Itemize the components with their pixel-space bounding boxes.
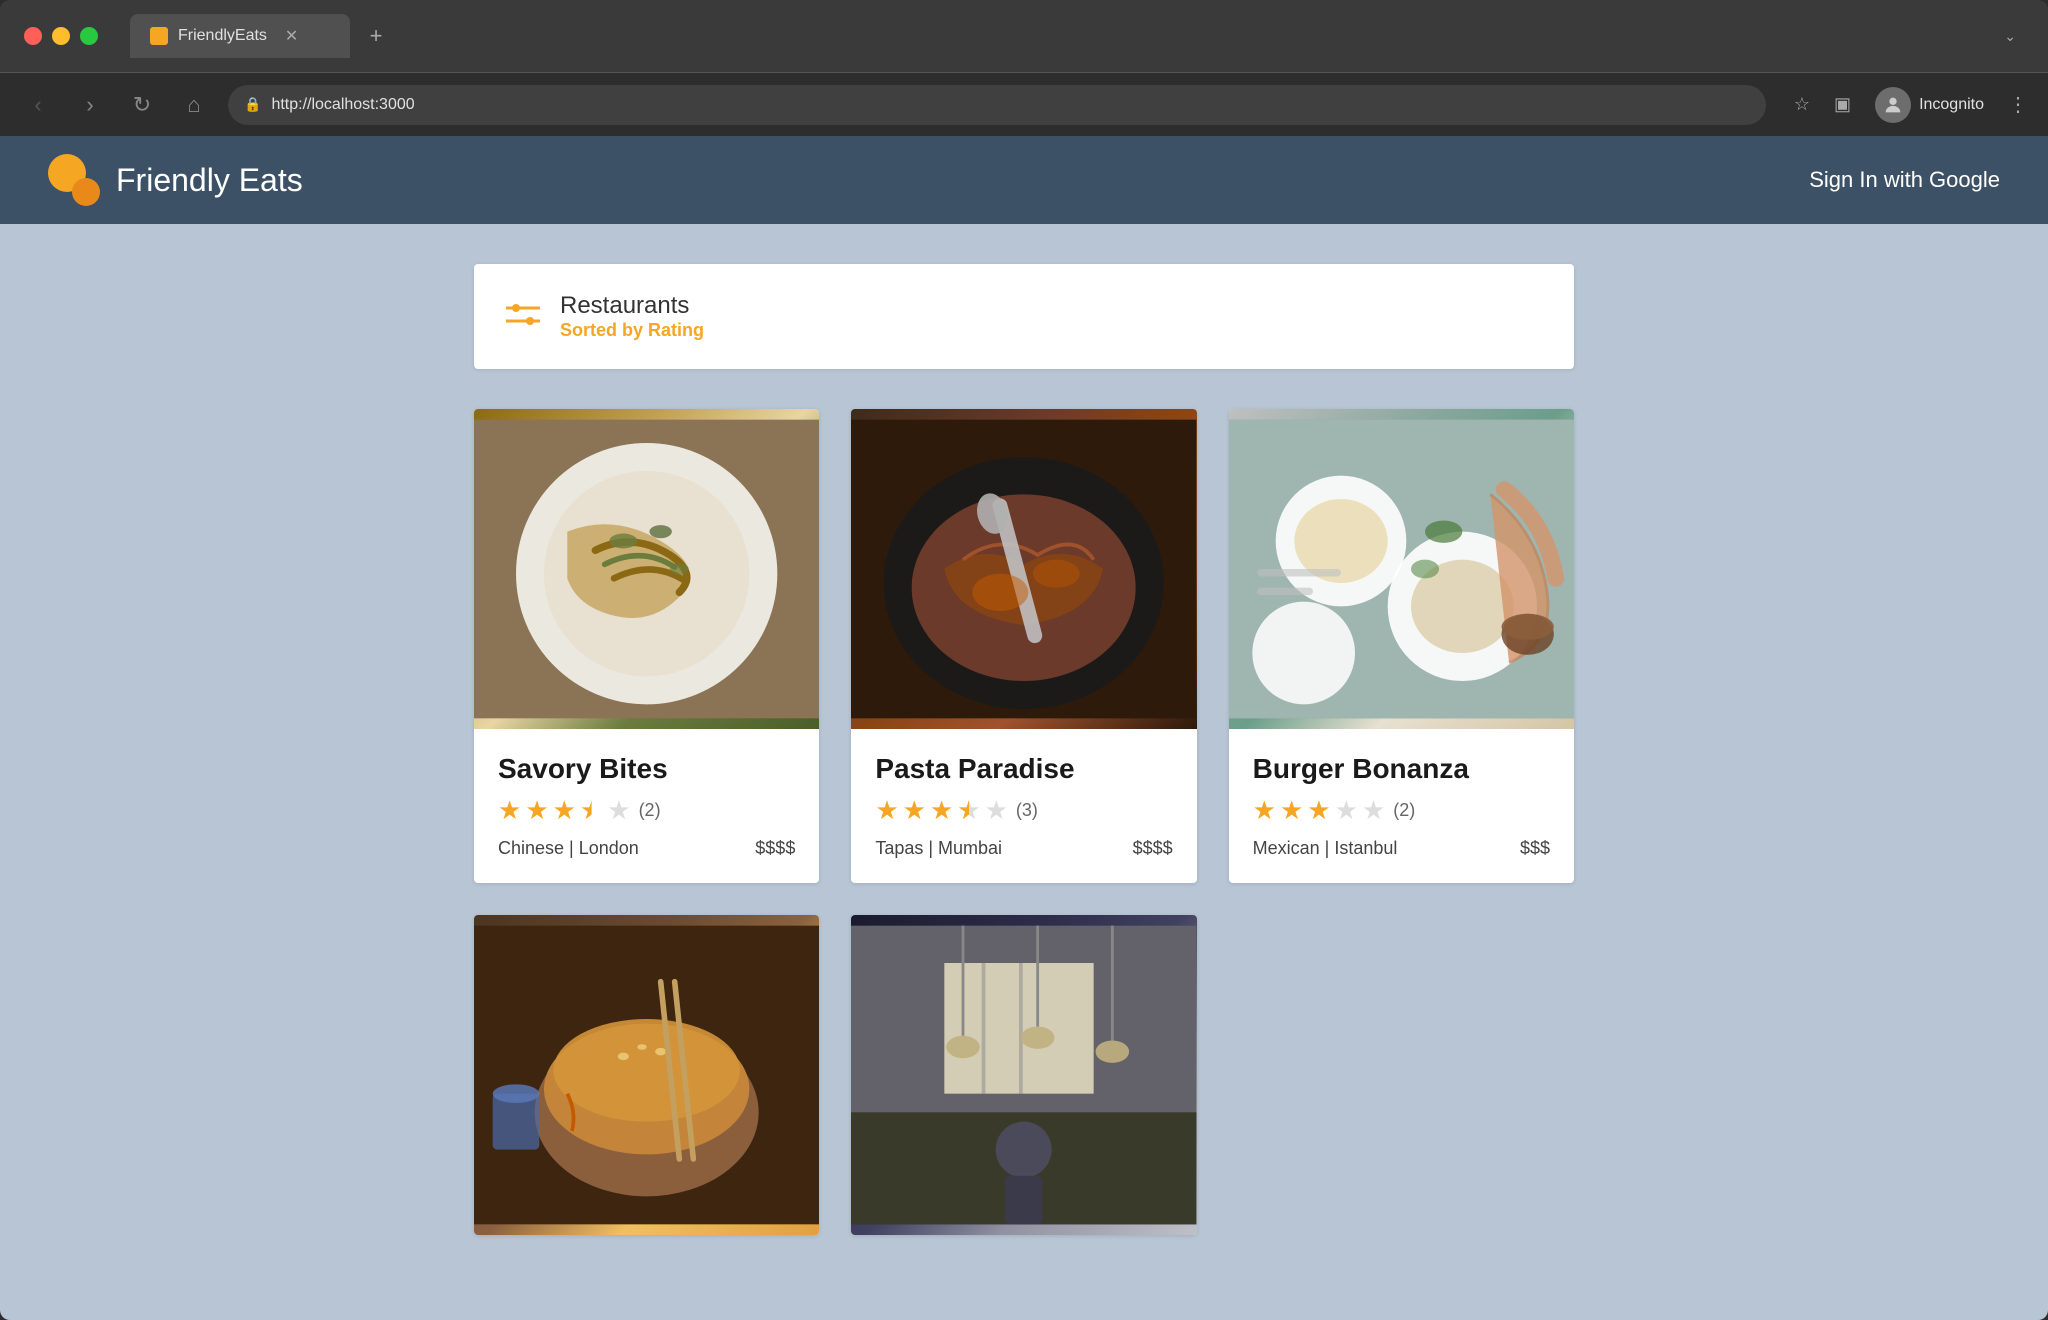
price-level: $$$ <box>1520 838 1550 859</box>
minimize-button[interactable] <box>52 27 70 45</box>
cuisine-city: Tapas | Mumbai <box>875 838 1002 859</box>
star-5: ★ <box>985 795 1008 826</box>
restaurant-card[interactable] <box>474 915 819 1235</box>
star-5: ★ <box>1362 795 1385 826</box>
tab-close-button[interactable]: ✕ <box>285 26 298 46</box>
app-logo-icon <box>48 154 100 206</box>
star-rating: ★ ★ ★ ★ ★ (2) <box>498 795 795 826</box>
filter-subtitle: Sorted by Rating <box>560 320 704 341</box>
app-body: Restaurants Sorted by Rating <box>0 224 2048 1320</box>
star-1: ★ <box>498 795 521 826</box>
new-tab-button[interactable]: + <box>358 18 394 54</box>
card-body: Burger Bonanza ★ ★ ★ ★ ★ (2) Mexican | I… <box>1229 729 1574 883</box>
restaurant-image <box>851 409 1196 729</box>
maximize-button[interactable] <box>80 27 98 45</box>
incognito-label: Incognito <box>1919 96 1984 114</box>
star-4: ★ <box>1335 795 1358 826</box>
card-meta: Tapas | Mumbai $$$$ <box>875 838 1172 859</box>
star-1: ★ <box>1253 795 1276 826</box>
tab-title: FriendlyEats <box>178 27 267 45</box>
star-2: ★ <box>1280 795 1303 826</box>
star-4: ★ <box>580 795 603 826</box>
sign-in-button[interactable]: Sign In with Google <box>1809 167 2000 193</box>
review-count: (2) <box>639 800 661 821</box>
restaurant-image <box>851 915 1196 1235</box>
restaurant-card[interactable]: Pasta Paradise ★ ★ ★ ★★ ★ (3) <box>851 409 1196 883</box>
restaurant-grid: Savory Bites ★ ★ ★ ★ ★ (2) Chinese | Lon… <box>474 409 1574 883</box>
filter-icon <box>506 303 540 331</box>
card-meta: Chinese | London $$$$ <box>498 838 795 859</box>
review-count: (3) <box>1016 800 1038 821</box>
restaurant-name: Savory Bites <box>498 753 795 785</box>
star-3: ★ <box>553 795 576 826</box>
content-wrapper: Restaurants Sorted by Rating <box>434 264 1614 1235</box>
browser-menu-button[interactable]: ⋮ <box>2008 92 2028 117</box>
browser-window: FriendlyEats ✕ + ⌄ ‹ › ↻ ⌂ 🔒 http://loca… <box>0 0 2048 1320</box>
star-2: ★ <box>525 795 548 826</box>
forward-button[interactable]: › <box>72 87 108 123</box>
restaurant-name: Pasta Paradise <box>875 753 1172 785</box>
logo-circle-secondary <box>72 178 100 206</box>
restaurant-image <box>1229 409 1574 729</box>
star-3: ★ <box>1307 795 1330 826</box>
reload-button[interactable]: ↻ <box>124 87 160 123</box>
restaurant-card[interactable]: Savory Bites ★ ★ ★ ★ ★ (2) Chinese | Lon… <box>474 409 819 883</box>
price-level: $$$$ <box>1133 838 1173 859</box>
card-body: Savory Bites ★ ★ ★ ★ ★ (2) Chinese | Lon… <box>474 729 819 883</box>
logo-container: Friendly Eats <box>48 154 303 206</box>
tab-bar: FriendlyEats ✕ + <box>130 14 1984 58</box>
restaurant-image <box>474 409 819 729</box>
card-body: Pasta Paradise ★ ★ ★ ★★ ★ (3) <box>851 729 1196 883</box>
address-bar: ‹ › ↻ ⌂ 🔒 http://localhost:3000 ☆ ▣ Inco… <box>0 72 2048 136</box>
back-button[interactable]: ‹ <box>20 87 56 123</box>
traffic-lights <box>24 27 98 45</box>
card-meta: Mexican | Istanbul $$$ <box>1253 838 1550 859</box>
incognito-area: Incognito <box>1875 87 1984 123</box>
cuisine-city: Chinese | London <box>498 838 639 859</box>
restaurant-image <box>474 915 819 1235</box>
url-bar[interactable]: 🔒 http://localhost:3000 <box>228 85 1766 125</box>
incognito-avatar[interactable] <box>1875 87 1911 123</box>
close-button[interactable] <box>24 27 42 45</box>
restaurant-name: Burger Bonanza <box>1253 753 1550 785</box>
filter-title: Restaurants <box>560 292 704 320</box>
cuisine-city: Mexican | Istanbul <box>1253 838 1398 859</box>
star-3: ★ <box>930 795 953 826</box>
app-header: Friendly Eats Sign In with Google <box>0 136 2048 224</box>
star-1: ★ <box>875 795 898 826</box>
home-button[interactable]: ⌂ <box>176 87 212 123</box>
star-2: ★ <box>903 795 926 826</box>
app-window: Friendly Eats Sign In with Google <box>0 136 2048 1320</box>
split-view-icon[interactable]: ▣ <box>1834 94 1851 115</box>
active-tab[interactable]: FriendlyEats ✕ <box>130 14 350 58</box>
tab-more-button[interactable]: ⌄ <box>1996 24 2024 49</box>
filter-header: Restaurants Sorted by Rating <box>474 264 1574 369</box>
price-level: $$$$ <box>755 838 795 859</box>
star-4: ★★ <box>957 795 980 826</box>
review-count: (2) <box>1393 800 1415 821</box>
restaurant-card[interactable]: Burger Bonanza ★ ★ ★ ★ ★ (2) Mexican | I… <box>1229 409 1574 883</box>
filter-text: Restaurants Sorted by Rating <box>560 292 704 341</box>
restaurant-grid-bottom <box>474 915 1574 1235</box>
tab-favicon <box>150 27 168 45</box>
title-bar: FriendlyEats ✕ + ⌄ <box>0 0 2048 72</box>
lock-icon: 🔒 <box>244 96 261 113</box>
url-text: http://localhost:3000 <box>271 96 1749 114</box>
app-title: Friendly Eats <box>116 162 303 199</box>
star-5: ★ <box>607 795 630 826</box>
star-rating: ★ ★ ★ ★★ ★ (3) <box>875 795 1172 826</box>
restaurant-card[interactable] <box>851 915 1196 1235</box>
bookmark-icon[interactable]: ☆ <box>1794 94 1810 115</box>
star-rating: ★ ★ ★ ★ ★ (2) <box>1253 795 1550 826</box>
